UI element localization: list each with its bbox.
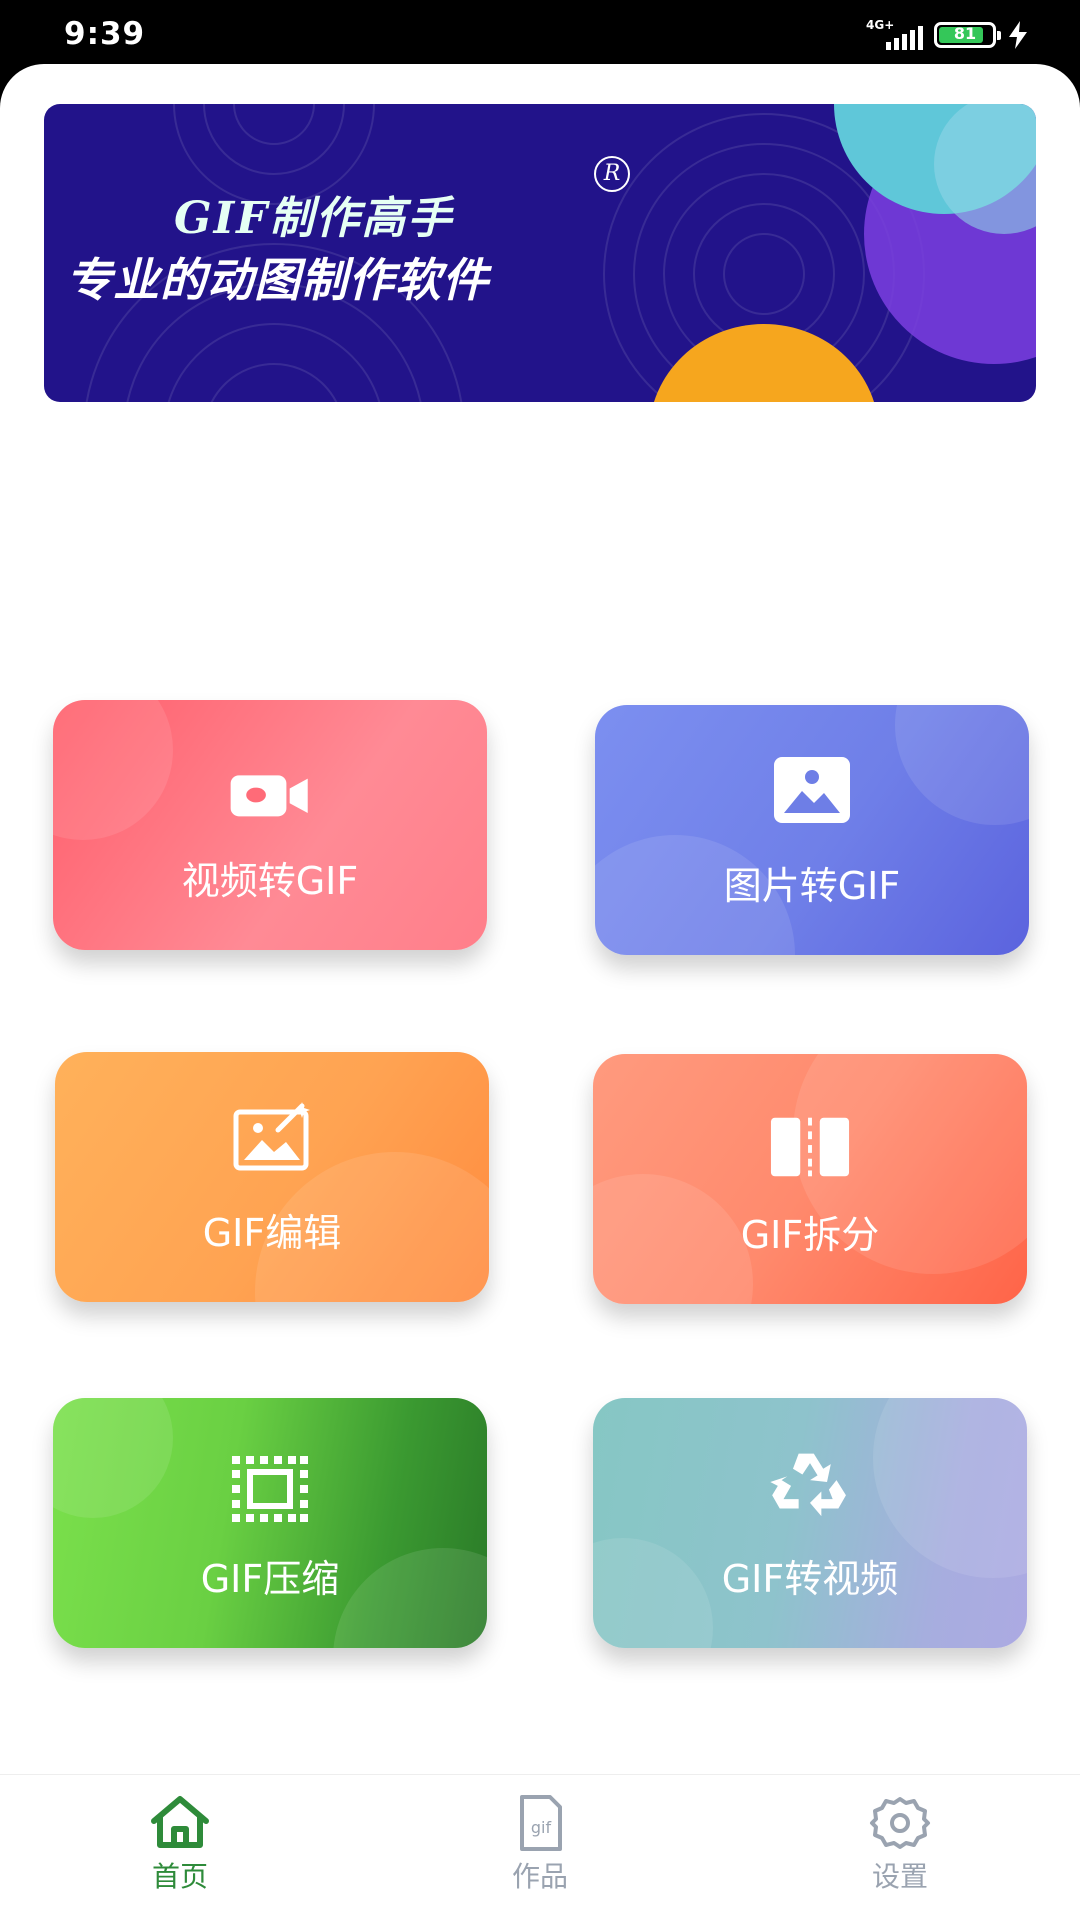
bottom-tab-bar: 首页 gif 作品 设置 bbox=[0, 1774, 1080, 1920]
gear-icon bbox=[870, 1797, 930, 1849]
gif-split-button[interactable]: GIF拆分 bbox=[593, 1054, 1027, 1304]
promo-banner[interactable]: GIF制作高手 R 专业的动图制作软件 bbox=[44, 104, 1036, 402]
gif-compress-button[interactable]: GIF压缩 bbox=[53, 1398, 487, 1648]
status-bar: 9:39 4G+ 81 bbox=[0, 0, 1080, 66]
status-time: 9:39 bbox=[64, 16, 146, 52]
split-icon bbox=[770, 1117, 850, 1177]
signal-icon: 4G+ bbox=[864, 18, 924, 52]
tab-works[interactable]: gif 作品 bbox=[460, 1795, 620, 1895]
card-label: 图片转GIF bbox=[723, 864, 901, 908]
recycle-convert-icon bbox=[770, 1453, 846, 1517]
gif-edit-button[interactable]: GIF编辑 bbox=[55, 1052, 489, 1302]
charging-icon bbox=[1009, 21, 1027, 49]
registered-mark: R bbox=[594, 156, 630, 192]
tab-label: 设置 bbox=[871, 1860, 928, 1893]
svg-text:gif: gif bbox=[531, 1818, 552, 1837]
card-label: GIF转视频 bbox=[721, 1557, 899, 1601]
banner-title: GIF制作高手 bbox=[174, 193, 454, 244]
card-label: GIF编辑 bbox=[202, 1211, 342, 1255]
compress-icon bbox=[232, 1456, 308, 1522]
tab-home[interactable]: 首页 bbox=[100, 1795, 260, 1895]
tab-label: 作品 bbox=[511, 1860, 568, 1893]
video-camera-icon bbox=[230, 775, 308, 817]
tab-label: 首页 bbox=[151, 1860, 208, 1893]
home-icon bbox=[151, 1796, 209, 1848]
card-label: GIF压缩 bbox=[200, 1557, 340, 1601]
image-icon bbox=[774, 757, 850, 823]
tab-settings[interactable]: 设置 bbox=[820, 1795, 980, 1895]
banner-subtitle: 专业的动图制作软件 bbox=[66, 253, 489, 307]
battery-icon: 81 bbox=[934, 22, 1001, 48]
card-label: GIF拆分 bbox=[740, 1213, 880, 1257]
video-to-gif-button[interactable]: 视频转GIF bbox=[53, 700, 487, 950]
battery-level: 81 bbox=[953, 24, 977, 43]
magic-image-edit-icon bbox=[233, 1102, 310, 1171]
status-icons: 4G+ 81 bbox=[864, 18, 1030, 52]
gif-to-video-button[interactable]: GIF转视频 bbox=[593, 1398, 1027, 1648]
card-label: 视频转GIF bbox=[181, 859, 359, 903]
gif-file-icon: gif bbox=[520, 1795, 562, 1851]
image-to-gif-button[interactable]: 图片转GIF bbox=[595, 705, 1029, 955]
